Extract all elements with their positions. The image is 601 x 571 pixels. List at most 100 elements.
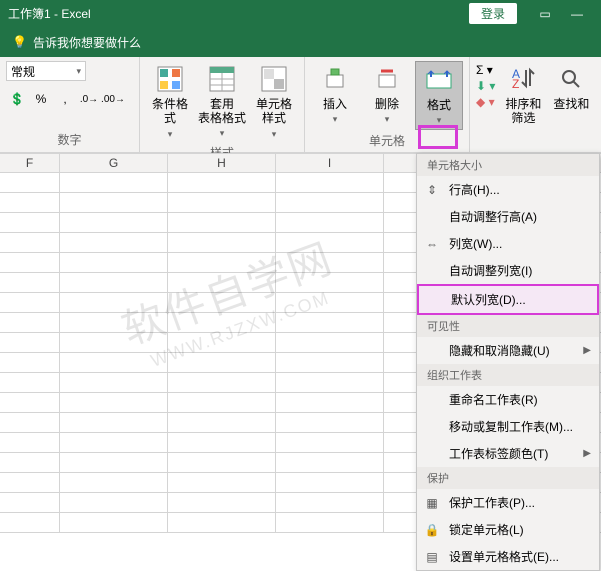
menu-format-cells[interactable]: ▤设置单元格格式(E)... xyxy=(417,543,599,570)
cell[interactable] xyxy=(168,293,276,312)
login-button[interactable]: 登录 xyxy=(469,3,517,24)
cell[interactable] xyxy=(60,293,168,312)
cell[interactable] xyxy=(60,493,168,512)
insert-button[interactable]: 插入▾ xyxy=(311,61,359,128)
cell[interactable] xyxy=(0,353,60,372)
sort-filter-button[interactable]: AZ 排序和筛选 xyxy=(499,61,547,128)
menu-hide-unhide[interactable]: 隐藏和取消隐藏(U)▶ xyxy=(417,337,599,364)
cell[interactable] xyxy=(0,293,60,312)
conditional-format-button[interactable]: 条件格式▾ xyxy=(146,61,194,142)
number-format-combo[interactable]: 常规 ▾ xyxy=(6,61,86,81)
cell[interactable] xyxy=(276,493,384,512)
delete-button[interactable]: 删除▾ xyxy=(363,61,411,128)
autosum-icon[interactable]: Σ ▾ xyxy=(476,63,493,77)
cell[interactable] xyxy=(60,413,168,432)
cell[interactable] xyxy=(60,233,168,252)
cell[interactable] xyxy=(60,313,168,332)
cell[interactable] xyxy=(168,373,276,392)
cell[interactable] xyxy=(168,193,276,212)
menu-autofit-col[interactable]: 自动调整列宽(I) xyxy=(417,257,599,284)
cell[interactable] xyxy=(168,213,276,232)
cell[interactable] xyxy=(0,393,60,412)
cell[interactable] xyxy=(60,453,168,472)
cell[interactable] xyxy=(276,173,384,192)
menu-protect-sheet[interactable]: ▦保护工作表(P)... xyxy=(417,489,599,516)
cell[interactable] xyxy=(60,273,168,292)
cell[interactable] xyxy=(276,473,384,492)
decrease-decimal-button[interactable]: .00→ xyxy=(102,89,124,109)
cell[interactable] xyxy=(276,353,384,372)
cell[interactable] xyxy=(168,253,276,272)
col-header[interactable]: I xyxy=(276,154,384,172)
cell[interactable] xyxy=(168,413,276,432)
cell[interactable] xyxy=(276,253,384,272)
cell[interactable] xyxy=(60,253,168,272)
cell[interactable] xyxy=(168,313,276,332)
cell[interactable] xyxy=(0,493,60,512)
cell[interactable] xyxy=(168,273,276,292)
cell[interactable] xyxy=(0,433,60,452)
cell[interactable] xyxy=(276,433,384,452)
increase-decimal-button[interactable]: .0→ xyxy=(78,89,100,109)
cell[interactable] xyxy=(168,393,276,412)
clear-icon[interactable]: ◆ ▾ xyxy=(476,95,495,109)
cell[interactable] xyxy=(0,193,60,212)
cell[interactable] xyxy=(276,293,384,312)
cell[interactable] xyxy=(0,253,60,272)
cell[interactable] xyxy=(60,393,168,412)
cell[interactable] xyxy=(0,413,60,432)
col-header[interactable]: H xyxy=(168,154,276,172)
cell[interactable] xyxy=(168,353,276,372)
menu-row-height[interactable]: ⇕行高(H)... xyxy=(417,176,599,203)
cell[interactable] xyxy=(0,453,60,472)
cell[interactable] xyxy=(0,513,60,532)
cell[interactable] xyxy=(276,373,384,392)
cell[interactable] xyxy=(168,473,276,492)
cell[interactable] xyxy=(276,313,384,332)
cell[interactable] xyxy=(60,473,168,492)
ribbon-display-icon[interactable]: ▭ xyxy=(533,4,557,24)
menu-tab-color[interactable]: 工作表标签颜色(T)▶ xyxy=(417,440,599,467)
cell[interactable] xyxy=(0,213,60,232)
cell[interactable] xyxy=(168,173,276,192)
cell[interactable] xyxy=(0,233,60,252)
col-header[interactable]: G xyxy=(60,154,168,172)
cell[interactable] xyxy=(276,273,384,292)
cell[interactable] xyxy=(276,513,384,532)
comma-button[interactable]: , xyxy=(54,89,76,109)
cell-styles-button[interactable]: 单元格样式▾ xyxy=(250,61,298,142)
cell[interactable] xyxy=(60,433,168,452)
cell[interactable] xyxy=(60,193,168,212)
cell[interactable] xyxy=(60,213,168,232)
find-button[interactable]: 查找和 xyxy=(551,61,591,113)
tell-me-bar[interactable]: 💡 告诉我你想要做什么 xyxy=(0,27,601,57)
menu-col-width[interactable]: ⇔列宽(W)... xyxy=(417,230,599,257)
cell[interactable] xyxy=(60,513,168,532)
cell[interactable] xyxy=(0,373,60,392)
menu-lock-cell[interactable]: 🔒锁定单元格(L) xyxy=(417,516,599,543)
cell[interactable] xyxy=(276,213,384,232)
cell[interactable] xyxy=(276,393,384,412)
cell[interactable] xyxy=(168,513,276,532)
menu-move-copy-sheet[interactable]: 移动或复制工作表(M)... xyxy=(417,413,599,440)
cell[interactable] xyxy=(60,333,168,352)
fill-icon[interactable]: ⬇ ▾ xyxy=(476,79,495,93)
cell[interactable] xyxy=(168,433,276,452)
cell[interactable] xyxy=(60,173,168,192)
cell[interactable] xyxy=(0,333,60,352)
cell[interactable] xyxy=(276,453,384,472)
cell[interactable] xyxy=(168,493,276,512)
cell[interactable] xyxy=(276,193,384,212)
minimize-icon[interactable]: — xyxy=(565,4,589,24)
cell[interactable] xyxy=(168,233,276,252)
format-button[interactable]: 格式▾ xyxy=(415,61,463,130)
menu-autofit-row[interactable]: 自动调整行高(A) xyxy=(417,203,599,230)
menu-rename-sheet[interactable]: 重命名工作表(R) xyxy=(417,386,599,413)
cell[interactable] xyxy=(0,173,60,192)
cell[interactable] xyxy=(60,353,168,372)
cell[interactable] xyxy=(0,313,60,332)
cell[interactable] xyxy=(276,333,384,352)
cell[interactable] xyxy=(168,333,276,352)
col-header[interactable]: F xyxy=(0,154,60,172)
cell[interactable] xyxy=(0,273,60,292)
